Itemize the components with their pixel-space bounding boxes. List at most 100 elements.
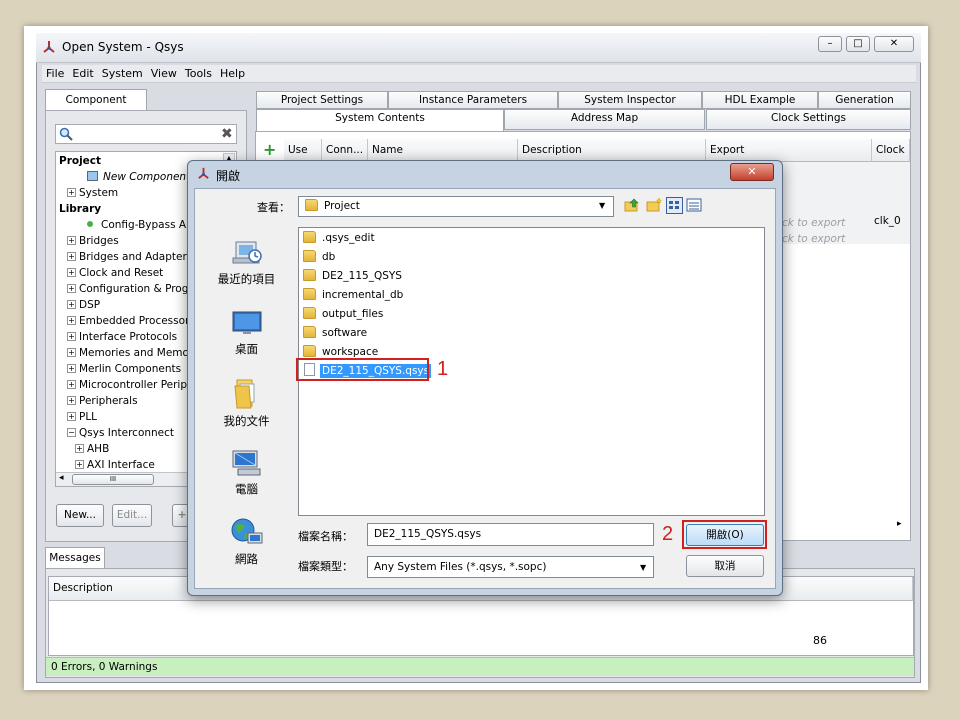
- expand-icon[interactable]: +: [67, 396, 76, 405]
- column-header-conn[interactable]: Conn...: [322, 139, 368, 162]
- folder-item[interactable]: .qsys_edit: [301, 229, 375, 247]
- library-search-input[interactable]: ✖: [55, 124, 237, 144]
- filename-input[interactable]: DE2_115_QSYS.qsys: [367, 523, 654, 546]
- menu-help[interactable]: Help: [220, 65, 245, 82]
- menu-view[interactable]: View: [151, 65, 177, 82]
- column-header-use[interactable]: Use: [284, 139, 322, 162]
- folder-item[interactable]: software: [301, 324, 367, 342]
- filetype-select[interactable]: Any System Files (*.qsys, *.sopc) ▼: [367, 556, 654, 578]
- tab-system-contents[interactable]: System Contents: [256, 109, 504, 132]
- expand-icon[interactable]: +: [67, 188, 76, 197]
- tree-item[interactable]: Project: [59, 153, 101, 169]
- add-instance-icon[interactable]: +: [263, 140, 276, 159]
- details-view-icon[interactable]: [686, 197, 703, 214]
- tree-item[interactable]: + System: [67, 185, 118, 201]
- cancel-button[interactable]: 取消: [686, 555, 764, 577]
- new-component-button[interactable]: New...: [56, 504, 104, 527]
- tree-item[interactable]: + Clock and Reset: [67, 265, 163, 281]
- expand-icon[interactable]: +: [67, 380, 76, 389]
- folder-item[interactable]: DE2_115_QSYS: [301, 267, 402, 285]
- tree-item[interactable]: + PLL: [67, 409, 97, 425]
- folder-item[interactable]: db: [301, 248, 335, 266]
- look-in-combo[interactable]: Project ▼: [298, 196, 614, 217]
- scroll-thumb[interactable]: III: [72, 474, 154, 485]
- expand-icon[interactable]: +: [67, 332, 76, 341]
- column-header-export[interactable]: Export: [706, 139, 872, 162]
- tree-item[interactable]: New Component...: [75, 169, 200, 185]
- folder-icon: [303, 269, 316, 281]
- tree-item[interactable]: + Bridges and Adapters: [67, 249, 192, 265]
- place-my-documents[interactable]: 我的文件: [200, 376, 293, 429]
- column-header-description[interactable]: Description: [518, 139, 706, 162]
- tree-item-label: Config-Bypass Ap: [101, 219, 193, 231]
- tree-item[interactable]: Config-Bypass Ap: [75, 217, 193, 233]
- export-hint: ck to export: [782, 233, 846, 245]
- tab-component-library[interactable]: Component Library: [45, 89, 147, 126]
- expand-icon[interactable]: +: [67, 364, 76, 373]
- menu-system[interactable]: System: [102, 65, 143, 82]
- tree-item[interactable]: Library: [59, 201, 101, 217]
- tree-item[interactable]: + Peripherals: [67, 393, 138, 409]
- clear-search-icon[interactable]: ✖: [221, 126, 233, 142]
- tree-item[interactable]: + Microcontroller Periphe: [67, 377, 200, 393]
- dialog-app-icon: [197, 167, 210, 183]
- column-header-clock[interactable]: Clock: [872, 139, 910, 162]
- close-window-button[interactable]: ✕: [874, 36, 914, 52]
- edit-component-button[interactable]: Edit...: [112, 504, 152, 527]
- tree-item[interactable]: + Configuration & Progra: [67, 281, 199, 297]
- maximize-button[interactable]: □: [846, 36, 870, 52]
- file-name: .qsys_edit: [322, 232, 375, 244]
- folder-item[interactable]: incremental_db: [301, 286, 403, 304]
- collapse-icon[interactable]: −: [67, 428, 76, 437]
- places-bar: 最近的項目 桌面 我的文件 電腦 網路: [200, 220, 293, 580]
- dialog-close-button[interactable]: ✕: [730, 163, 774, 181]
- tree-item[interactable]: + Interface Protocols: [67, 329, 177, 345]
- place-network[interactable]: 網路: [200, 516, 293, 567]
- expand-icon[interactable]: +: [67, 412, 76, 421]
- tab-instance-parameters[interactable]: Instance Parameters: [388, 91, 558, 109]
- tree-item[interactable]: + Embedded Processors: [67, 313, 195, 329]
- tab-project-settings[interactable]: Project Settings: [256, 91, 388, 109]
- column-header-name[interactable]: Name: [368, 139, 518, 162]
- place-label: 桌面: [235, 342, 258, 356]
- tree-item[interactable]: + AXI Interface: [75, 457, 155, 473]
- place-computer[interactable]: 電腦: [200, 448, 293, 497]
- file-name: software: [322, 327, 368, 339]
- expand-icon[interactable]: +: [75, 444, 84, 453]
- minimize-button[interactable]: –: [818, 36, 842, 52]
- expand-icon[interactable]: +: [67, 268, 76, 277]
- documents-folder-icon: [233, 379, 254, 409]
- place-label: 我的文件: [223, 414, 270, 428]
- tab-messages[interactable]: Messages: [45, 547, 105, 569]
- tree-item[interactable]: + DSP: [67, 297, 100, 313]
- expand-icon[interactable]: +: [67, 284, 76, 293]
- expand-icon[interactable]: +: [67, 348, 76, 357]
- list-view-icon[interactable]: [666, 197, 683, 214]
- expand-icon[interactable]: +: [67, 300, 76, 309]
- menu-file[interactable]: File: [46, 65, 64, 82]
- menu-edit[interactable]: Edit: [72, 65, 93, 82]
- tree-item[interactable]: + Memories and Memory: [67, 345, 199, 361]
- right-scroll-arrow[interactable]: ▸: [897, 519, 902, 529]
- tab-address-map[interactable]: Address Map: [504, 109, 705, 130]
- place-recent[interactable]: 最近的項目: [200, 236, 293, 287]
- tab-clock-settings[interactable]: Clock Settings: [706, 109, 911, 130]
- tab-system-inspector[interactable]: System Inspector: [558, 91, 702, 109]
- place-desktop[interactable]: 桌面: [200, 308, 293, 357]
- folder-item[interactable]: output_files: [301, 305, 383, 323]
- expand-icon[interactable]: +: [75, 460, 84, 469]
- tab-hdl-example[interactable]: HDL Example: [702, 91, 818, 109]
- up-folder-icon[interactable]: [624, 197, 640, 213]
- tree-item[interactable]: − Qsys Interconnect: [67, 425, 174, 441]
- expand-icon[interactable]: +: [67, 236, 76, 245]
- expand-icon[interactable]: +: [67, 252, 76, 261]
- expand-icon[interactable]: +: [67, 316, 76, 325]
- dialog-title: 開啟: [216, 169, 241, 183]
- place-label: 最近的項目: [217, 272, 276, 286]
- tree-item[interactable]: + Merlin Components: [67, 361, 181, 377]
- menu-tools[interactable]: Tools: [185, 65, 212, 82]
- tab-generation[interactable]: Generation: [818, 91, 911, 109]
- new-folder-icon[interactable]: [646, 197, 663, 213]
- tree-item[interactable]: + AHB: [75, 441, 109, 457]
- tree-item[interactable]: + Bridges: [67, 233, 119, 249]
